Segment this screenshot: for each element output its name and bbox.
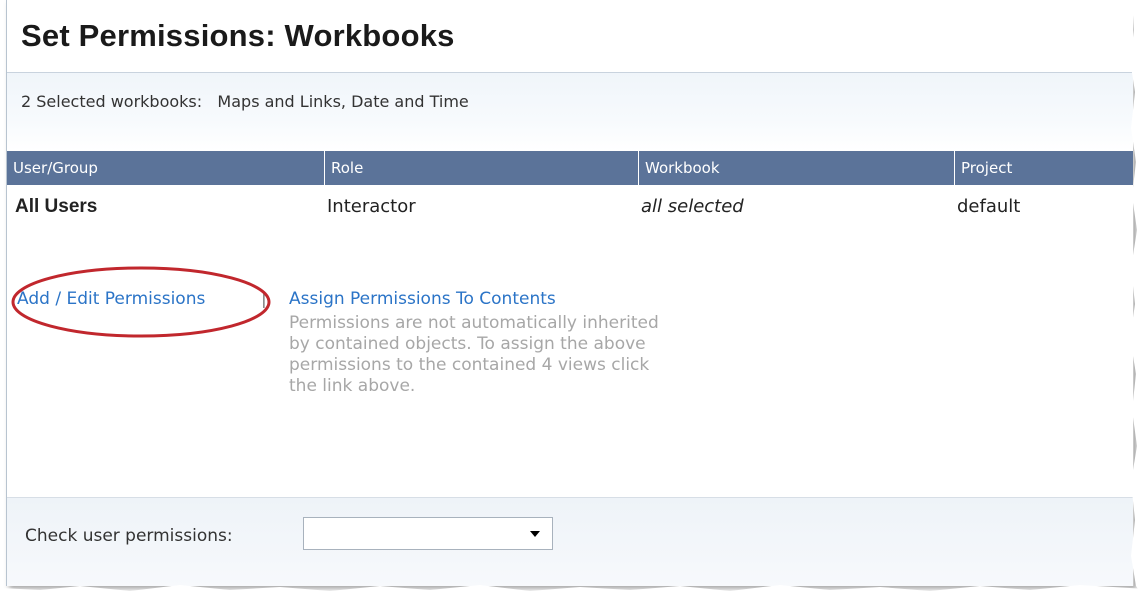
page-title: Set Permissions: Workbooks <box>21 18 455 53</box>
column-header-role[interactable]: Role <box>325 151 639 185</box>
faded-background-text <box>157 356 297 377</box>
cell-user-group: All Users <box>15 196 98 217</box>
assign-permissions-help: Permissions are not automatically inheri… <box>289 313 659 396</box>
add-edit-permissions-link[interactable]: Add / Edit Permissions <box>17 289 205 309</box>
column-header-user-group[interactable]: User/Group <box>7 151 325 185</box>
torn-bottom-edge-shape <box>0 585 1146 600</box>
permissions-panel: Set Permissions: Workbooks 2 Selected wo… <box>6 0 1134 586</box>
selected-workbooks-band: 2 Selected workbooks: Maps and Links, Da… <box>7 73 1133 151</box>
selected-workbooks-line: 2 Selected workbooks: Maps and Links, Da… <box>21 92 469 111</box>
table-row[interactable]: All Users Interactor all selected defaul… <box>7 186 1133 226</box>
column-header-workbook[interactable]: Workbook <box>639 151 955 185</box>
link-separator: | <box>261 289 267 309</box>
cell-project: default <box>957 196 1021 217</box>
column-header-project[interactable]: Project <box>955 151 1133 185</box>
permissions-grid-header: User/Group Role Workbook Project <box>7 151 1133 185</box>
check-permissions-label: Check user permissions: <box>25 526 233 546</box>
check-permissions-select[interactable] <box>303 517 553 550</box>
assign-permissions-link[interactable]: Assign Permissions To Contents <box>289 289 556 309</box>
title-bar: Set Permissions: Workbooks <box>7 0 1133 73</box>
check-permissions-band: Check user permissions: <box>7 497 1133 586</box>
screenshot-frame: Set Permissions: Workbooks 2 Selected wo… <box>0 0 1146 600</box>
cell-role: Interactor <box>327 196 416 217</box>
selected-workbooks-label: 2 Selected workbooks: <box>21 92 203 111</box>
permission-actions: Add / Edit Permissions | Assign Permissi… <box>7 286 1133 446</box>
cell-workbook: all selected <box>641 196 744 217</box>
chevron-down-icon[interactable] <box>530 531 540 537</box>
selected-workbooks-items: Maps and Links, Date and Time <box>217 92 469 111</box>
